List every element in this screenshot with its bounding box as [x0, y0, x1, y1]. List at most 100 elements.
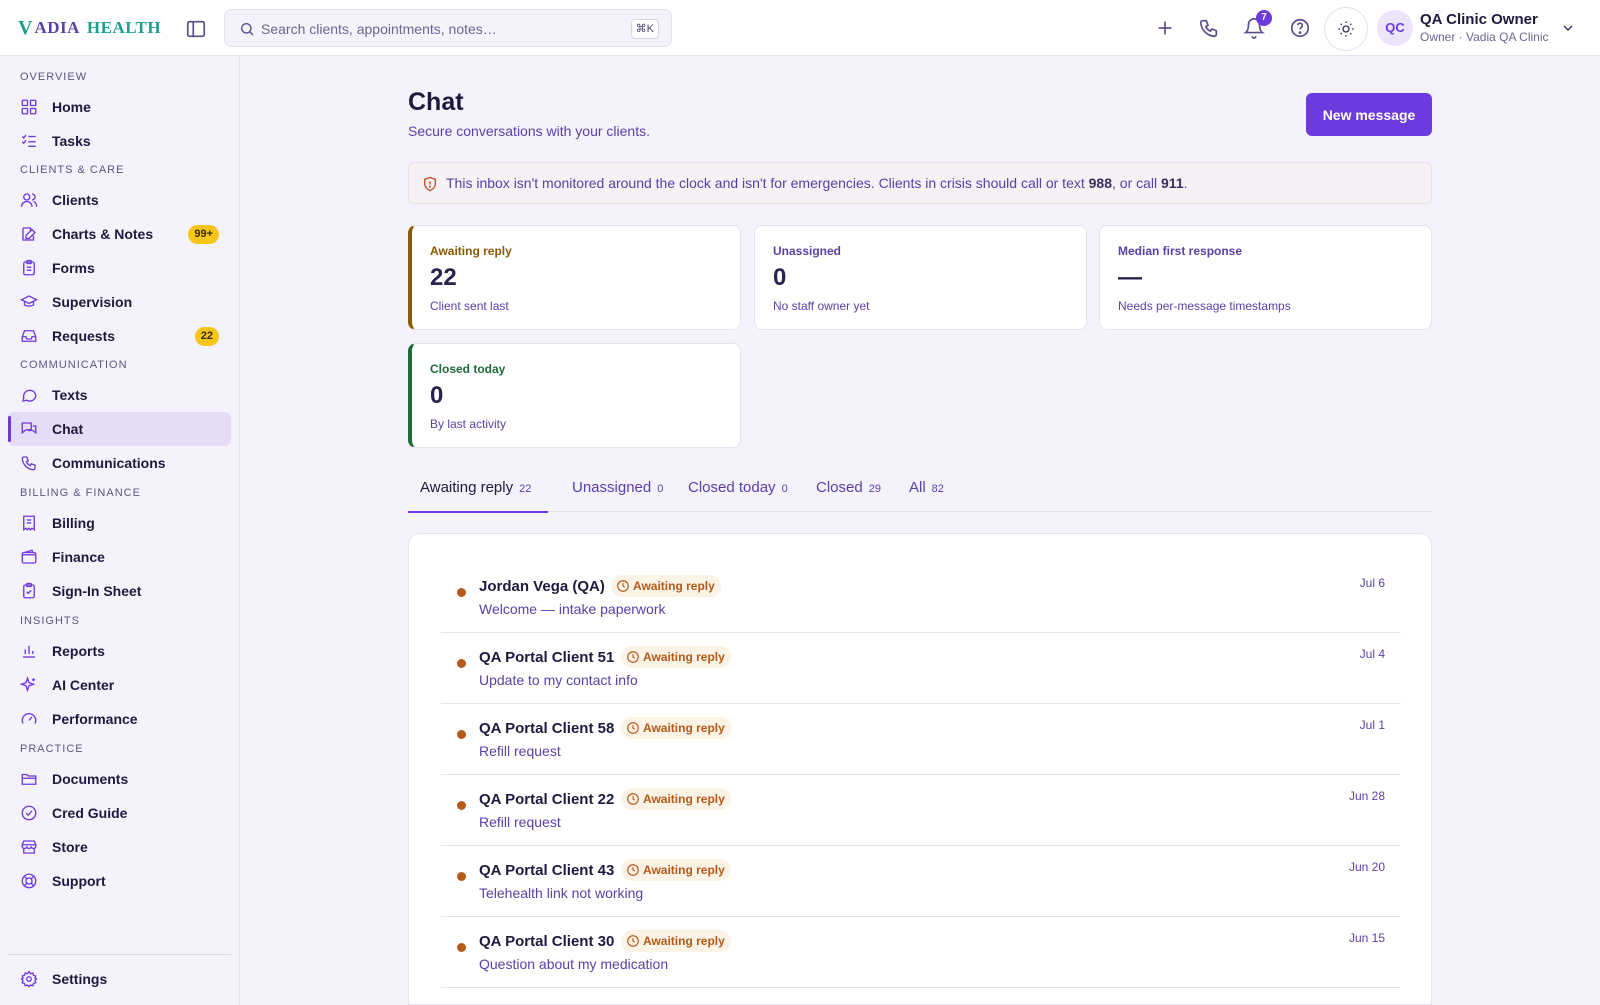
client-name: QA Portal Client 43 [479, 862, 615, 879]
sidebar-item-billing[interactable]: Billing [8, 506, 231, 540]
sidebar-item-label: Store [52, 839, 88, 855]
sidebar-item-performance[interactable]: Performance [8, 702, 231, 736]
section-communication: COMMUNICATION [20, 359, 128, 371]
sidebar-item-store[interactable]: Store [8, 830, 231, 864]
conversation-row[interactable]: QA Portal Client 30 Awaiting reply Quest… [441, 917, 1401, 988]
new-message-button[interactable]: New message [1306, 93, 1432, 136]
sidebar-item-cred-guide[interactable]: Cred Guide [8, 796, 231, 830]
sidebar-toggle-icon[interactable] [185, 18, 207, 40]
sidebar-item-label: AI Center [52, 677, 115, 693]
sidebar-item-support[interactable]: Support [8, 864, 231, 898]
user-name[interactable]: QA Clinic Owner [1420, 11, 1538, 28]
theme-toggle-button[interactable] [1324, 7, 1368, 51]
vadia-health-logo[interactable]: V ADIA HEALTH [18, 16, 161, 39]
bar-chart-icon [23, 645, 35, 658]
tab-count: 0 [781, 483, 788, 495]
stat-value: 22 [430, 264, 457, 291]
sidebar-item-label: Communications [52, 455, 166, 471]
tab-text: All [909, 479, 926, 496]
users-icon [20, 193, 38, 207]
conversation-row[interactable]: QA Portal Client 51 Awaiting reply Updat… [441, 633, 1401, 704]
client-name: QA Portal Client 58 [479, 720, 615, 737]
sidebar-item-settings[interactable]: Settings [8, 962, 231, 996]
sidebar-item-documents[interactable]: Documents [8, 762, 231, 796]
tab-closed-today[interactable]: Closed today 0 [688, 466, 796, 512]
sidebar-item-requests[interactable]: Requests 22 [8, 319, 231, 353]
sidebar-item-chat[interactable]: Chat [8, 412, 231, 446]
plus-icon[interactable] [1154, 17, 1176, 39]
section-billing-finance: BILLING & FINANCE [20, 487, 141, 499]
status-badge: Awaiting reply [621, 859, 731, 881]
crisis-number-988: 988 [1088, 175, 1112, 191]
unread-dot [457, 801, 466, 810]
unread-dot [457, 943, 466, 952]
sidebar-item-home[interactable]: Home [8, 90, 231, 124]
stat-card-unassigned[interactable]: Unassigned 0 No staff owner yet [754, 225, 1087, 330]
checklist-icon [21, 134, 36, 147]
tab-label: All 82 [909, 479, 944, 496]
sidebar-item-reports[interactable]: Reports [8, 634, 231, 668]
conversation-row[interactable]: QA Portal Client 43 Awaiting reply Teleh… [441, 846, 1401, 917]
stat-card-median-first-response[interactable]: Median first response — Needs per-messag… [1099, 225, 1432, 330]
stat-caption: Needs per-message timestamps [1118, 299, 1291, 313]
sidebar-item-charts-notes[interactable]: Charts & Notes 99+ [8, 217, 231, 251]
sidebar-item-label: Charts & Notes [52, 226, 154, 242]
notice-text-part: This inbox isn't monitored around the cl… [446, 175, 1089, 191]
sidebar-item-sign-in-sheet[interactable]: Sign-In Sheet [8, 574, 231, 608]
sidebar-item-tasks[interactable]: Tasks [8, 124, 231, 158]
inbox-icon [21, 330, 37, 342]
logo-mark: V [18, 16, 33, 39]
conversation-subject: Telehealth link not working [479, 885, 644, 901]
status-badge: Awaiting reply [621, 788, 731, 810]
stat-label: Median first response [1118, 244, 1243, 258]
global-search[interactable]: ⌘K [224, 9, 672, 47]
conversation-date: Jun 15 [1348, 931, 1385, 945]
life-buoy-icon [21, 873, 37, 889]
conversation-subject: Welcome — intake paperwork [479, 601, 666, 617]
sidebar-item-ai-center[interactable]: AI Center [8, 668, 231, 702]
conversation-row[interactable]: QA Portal Client 58 Awaiting reply Refil… [441, 704, 1401, 775]
tab-count: 22 [519, 483, 532, 495]
conversation-row[interactable]: Jordan Vega (QA) Awaiting reply Welcome … [441, 562, 1401, 633]
help-icon[interactable] [1289, 17, 1311, 39]
user-role: Owner · Vadia QA Clinic [1420, 30, 1549, 44]
gauge-icon [21, 713, 37, 724]
user-avatar[interactable]: QC [1377, 10, 1413, 46]
sidebar-item-texts[interactable]: Texts [8, 378, 231, 412]
tab-unassigned[interactable]: Unassigned 0 [572, 466, 668, 512]
conversation-date: Jul 4 [1359, 647, 1385, 661]
sidebar-item-label: Support [52, 873, 106, 889]
stat-card-closed-today[interactable]: Closed today 0 By last activity [408, 343, 741, 448]
search-input[interactable] [261, 16, 621, 42]
message-circle-icon [22, 389, 37, 402]
tab-count: 82 [931, 483, 944, 495]
sidebar-item-label: Chat [52, 421, 84, 437]
stat-caption: By last activity [430, 417, 507, 431]
sidebar-item-clients[interactable]: Clients [8, 183, 231, 217]
shield-alert-icon [424, 176, 436, 192]
sidebar: OVERVIEW Home Tasks CLIENTS & CARE Clien… [0, 56, 240, 1005]
sidebar-item-forms[interactable]: Forms [8, 251, 231, 285]
conversation-tabs: Awaiting reply 22 Unassigned 0 Closed toda… [408, 466, 1432, 513]
status-text: Awaiting reply [633, 579, 715, 593]
unread-dot [457, 588, 466, 597]
chevron-down-icon[interactable] [1560, 20, 1576, 36]
sidebar-item-label: Settings [52, 971, 108, 987]
badge-check-icon [21, 805, 37, 821]
clock-icon [627, 651, 639, 663]
phone-icon[interactable] [1198, 17, 1220, 39]
emergency-number-911: 911 [1161, 175, 1184, 191]
tab-all[interactable]: All 82 [909, 466, 953, 512]
tab-awaiting-reply[interactable]: Awaiting reply 22 [408, 466, 548, 513]
sidebar-item-supervision[interactable]: Supervision [8, 285, 231, 319]
unread-dot [457, 730, 466, 739]
stat-card-awaiting-reply[interactable]: Awaiting reply 22 Client sent last [408, 225, 741, 330]
sidebar-item-finance[interactable]: Finance [8, 540, 231, 574]
status-text: Awaiting reply [643, 650, 725, 664]
clipboard-icon [23, 259, 35, 276]
sidebar-item-communications[interactable]: Communications [8, 446, 231, 480]
stat-label: Unassigned [773, 244, 842, 258]
conversation-row[interactable]: QA Portal Client 22 Awaiting reply Refil… [441, 775, 1401, 846]
section-clients-care: CLIENTS & CARE [20, 164, 125, 176]
tab-closed[interactable]: Closed 29 [816, 466, 886, 512]
